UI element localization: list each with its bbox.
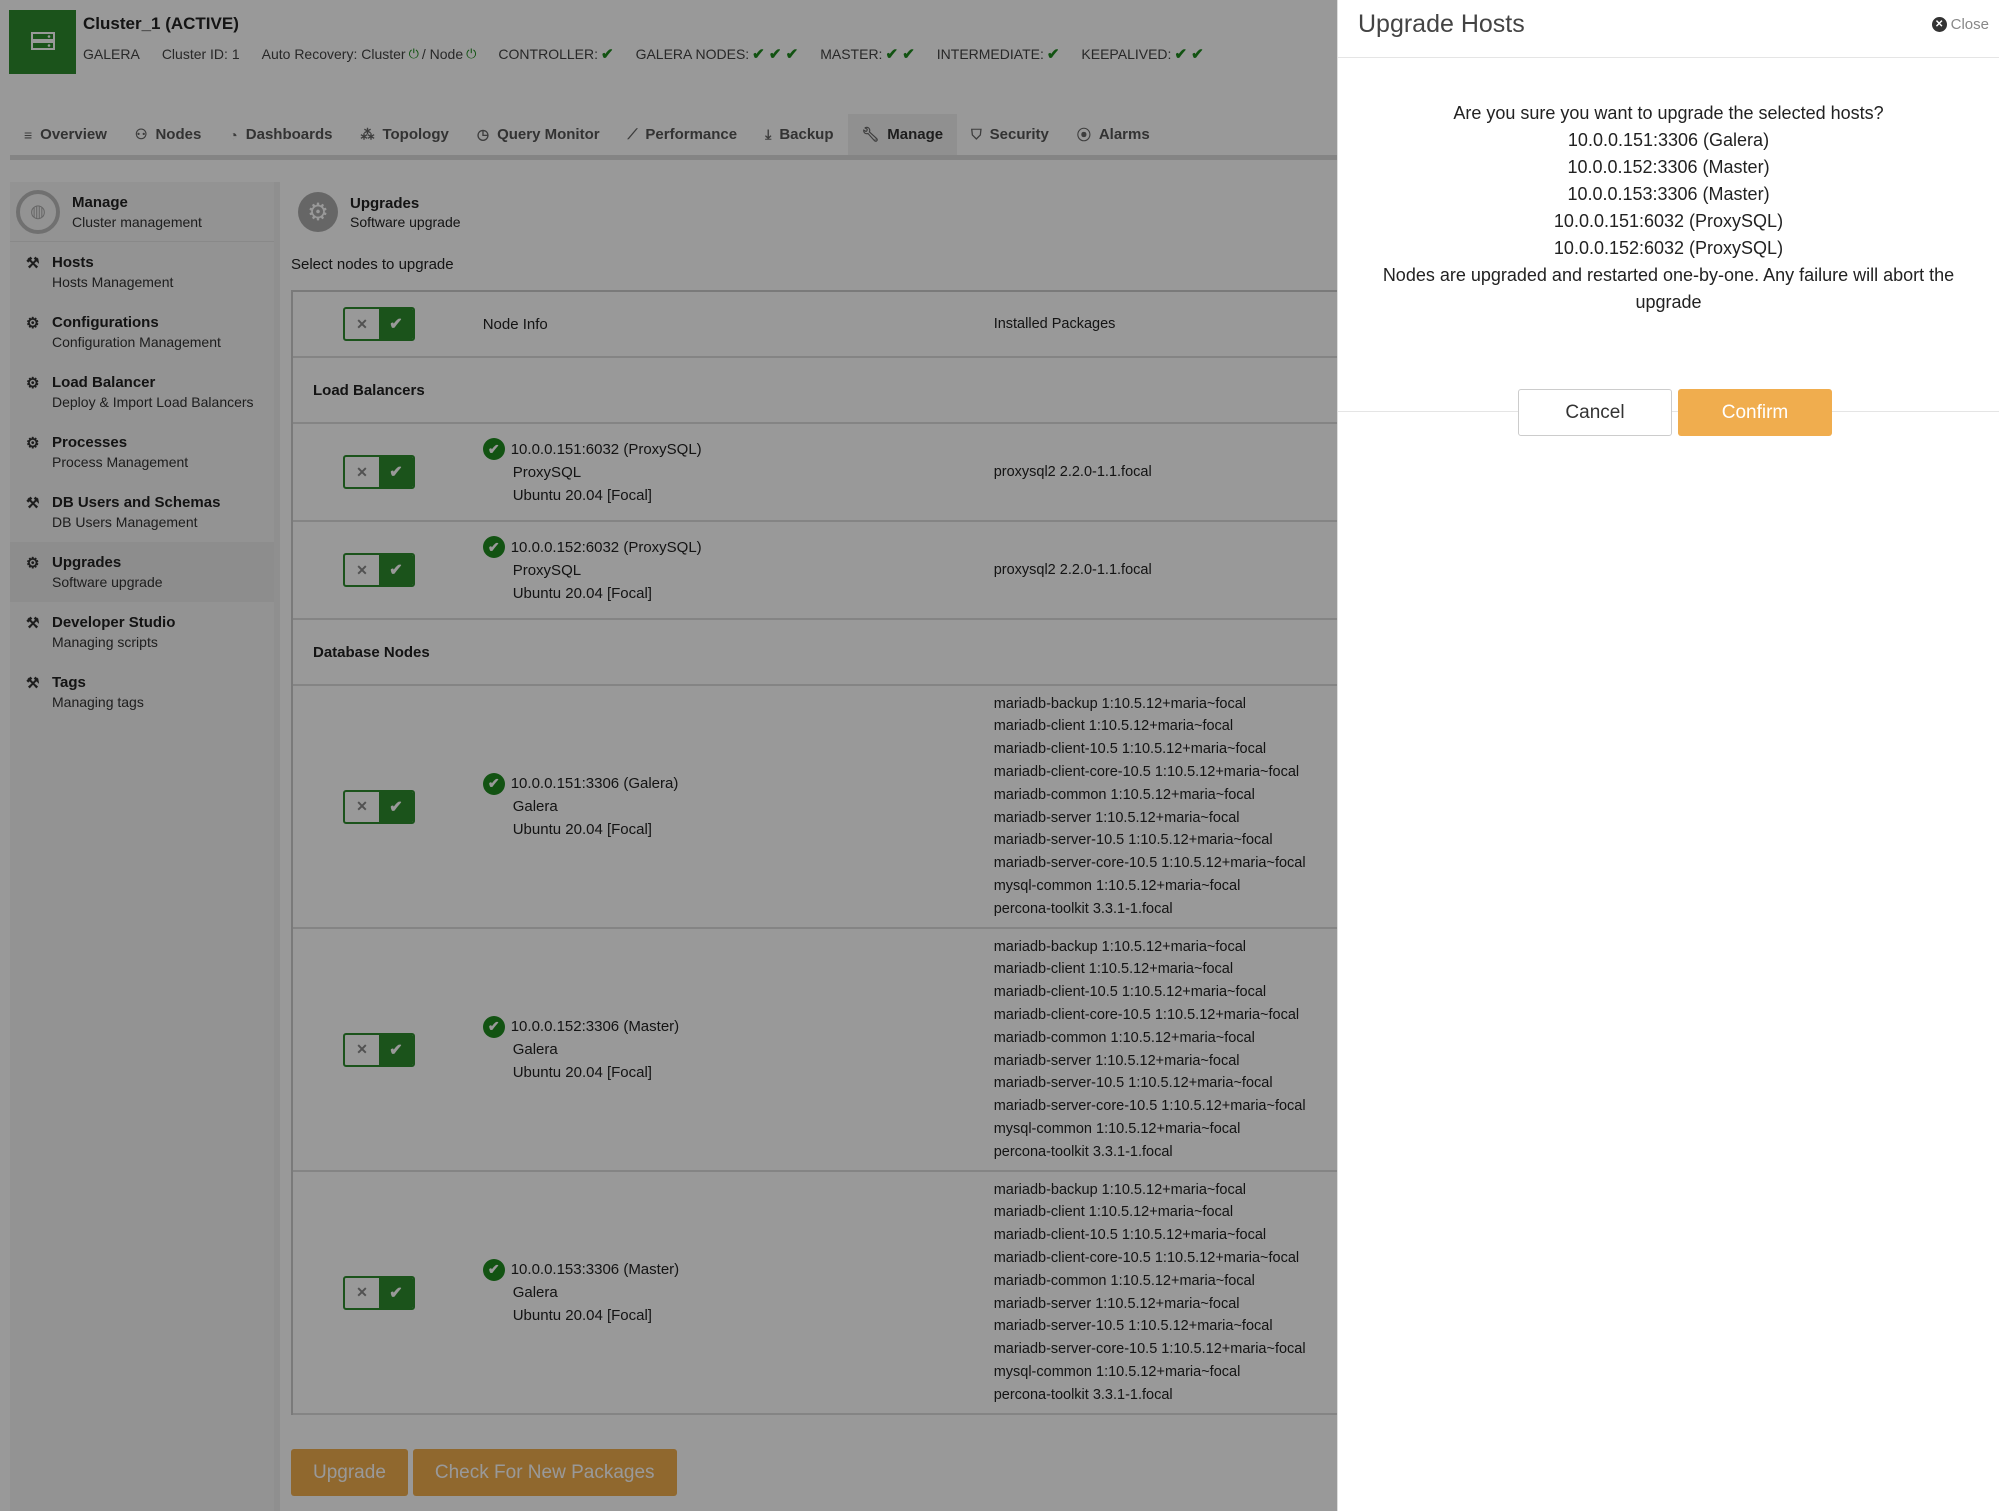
dialog-host-item: 10.0.0.153:3306 (Master) xyxy=(1567,184,1770,204)
dialog-host-item: 10.0.0.151:3306 (Galera) xyxy=(1567,130,1770,150)
close-label: Close xyxy=(1950,16,1989,33)
cancel-button[interactable]: Cancel xyxy=(1518,389,1672,436)
modal-backdrop[interactable] xyxy=(0,0,1337,1511)
dialog-header: Upgrade Hosts ✕ Close xyxy=(1338,0,1999,58)
dialog-question: Are you sure you want to upgrade the sel… xyxy=(1453,103,1884,123)
dialog-host-item: 10.0.0.152:3306 (Master) xyxy=(1567,157,1770,177)
dialog-actions: Cancel Confirm xyxy=(1518,389,1832,436)
dialog-host-item: 10.0.0.151:6032 (ProxySQL) xyxy=(1553,211,1784,231)
dialog-body: Are you sure you want to upgrade the sel… xyxy=(1338,58,1999,412)
dialog-host-item: 10.0.0.152:6032 (ProxySQL) xyxy=(1553,238,1784,258)
close-button[interactable]: ✕ Close xyxy=(1931,16,1989,33)
upgrade-hosts-dialog: Upgrade Hosts ✕ Close Are you sure you wa… xyxy=(1337,0,1999,1511)
dialog-title: Upgrade Hosts xyxy=(1358,10,1525,38)
dialog-note: Nodes are upgraded and restarted one-by-… xyxy=(1382,265,1955,312)
confirm-button[interactable]: Confirm xyxy=(1678,389,1832,436)
close-icon: ✕ xyxy=(1931,17,1947,32)
